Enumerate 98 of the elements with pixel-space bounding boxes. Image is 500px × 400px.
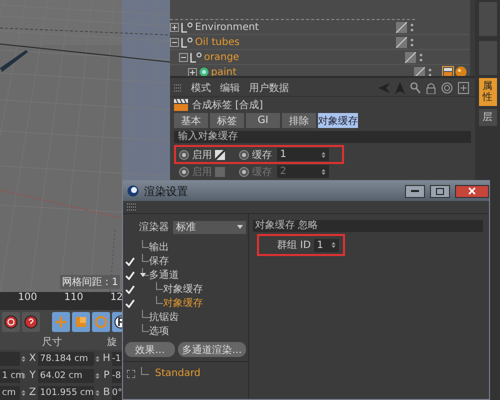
settings-item[interactable]: 多通道 — [149, 268, 179, 282]
clapper-tag-icon — [174, 99, 188, 111]
object-name[interactable]: orange — [204, 52, 240, 62]
enable-label: 启用 — [192, 166, 212, 178]
check-icon[interactable] — [125, 256, 135, 266]
spinner-icon[interactable] — [321, 150, 326, 158]
tab[interactable]: 排除 — [282, 113, 316, 128]
ruler-number: 110 — [64, 292, 84, 304]
expand-icon[interactable] — [127, 370, 135, 378]
object-name[interactable]: Environment — [195, 22, 259, 32]
tree-connector — [141, 366, 149, 374]
cache-label: 缓存 — [252, 148, 272, 162]
cache-label: 缓存 — [252, 166, 272, 178]
axis-label: Y — [28, 370, 37, 381]
spinner-icon[interactable] — [321, 168, 326, 176]
grid-spacing-label: 网格间距 : 1 — [60, 275, 120, 289]
axis-label: Z — [28, 387, 37, 398]
size-field[interactable]: 101.955 cm — [38, 386, 94, 400]
side-tab[interactable]: 层 — [478, 109, 496, 126]
spinner-icon[interactable] — [331, 241, 336, 249]
checkbox[interactable] — [215, 150, 225, 160]
app-logo-icon — [127, 185, 139, 197]
layer-icon[interactable] — [396, 36, 407, 48]
tab[interactable]: 对象缓存 — [318, 113, 358, 128]
null-object-icon — [190, 52, 202, 62]
position-field[interactable] — [0, 352, 20, 366]
settings-item[interactable]: 抗锯齿 — [149, 310, 179, 324]
null-object-icon — [181, 22, 193, 32]
section-header: 对象缓存 忽略 — [253, 220, 483, 232]
collapse-arrow-icon[interactable] — [140, 272, 146, 278]
menu-item[interactable]: 用户数据 — [249, 81, 289, 95]
settings-item[interactable]: 对象缓存 — [163, 296, 203, 310]
collapse-icon[interactable] — [170, 38, 179, 46]
axis-label: X — [28, 353, 37, 364]
search-icon[interactable] — [410, 82, 421, 94]
new-panel-icon[interactable] — [458, 82, 469, 94]
target-icon[interactable] — [441, 82, 453, 94]
layer-icon[interactable] — [396, 22, 407, 32]
menu-item[interactable]: 模式 — [191, 81, 211, 95]
maximize-icon — [436, 188, 444, 194]
field-label: 群组 ID — [277, 239, 311, 252]
layer-icon[interactable] — [405, 52, 416, 62]
caret-icon — [237, 225, 243, 229]
visibility-dots-icon[interactable] — [419, 52, 423, 62]
close-button[interactable] — [455, 184, 489, 198]
settings-item[interactable]: 保存 — [149, 254, 169, 268]
section-header: 输入对象缓存 — [174, 131, 471, 143]
menu-item[interactable]: 编辑 — [220, 81, 240, 95]
dialog-button[interactable]: 效果... — [125, 342, 175, 357]
axis-label: B — [102, 387, 111, 398]
column-header: 旋 — [107, 336, 117, 349]
visibility-dots-icon[interactable] — [410, 36, 414, 48]
render-setting[interactable]: Standard — [155, 368, 200, 379]
null-object-icon — [181, 36, 193, 48]
close-icon — [468, 187, 476, 195]
cache-field[interactable]: 1 — [277, 148, 329, 161]
tab[interactable]: GI — [246, 113, 280, 128]
grip-icon[interactable] — [127, 203, 136, 211]
check-icon[interactable] — [125, 270, 135, 280]
ruler-number: 12 — [110, 292, 123, 304]
check-icon[interactable] — [125, 284, 135, 294]
ruler-number: 100 — [18, 292, 38, 304]
check-icon[interactable] — [125, 298, 135, 308]
position-field[interactable]: cm — [0, 386, 20, 400]
minimize-icon — [411, 190, 419, 192]
object-name[interactable]: Oil tubes — [195, 36, 240, 48]
renderer-dropdown[interactable]: 标准 — [173, 220, 246, 234]
maximize-button[interactable] — [430, 184, 450, 198]
lock-icon[interactable] — [426, 82, 436, 94]
minimize-button[interactable] — [405, 184, 425, 198]
tab[interactable]: 基本 — [174, 113, 208, 128]
settings-item[interactable]: 选项 — [149, 324, 169, 338]
column-header: 尺寸 — [42, 336, 62, 349]
grip-icon[interactable] — [174, 84, 182, 92]
axis-label: H — [102, 353, 111, 364]
settings-item[interactable]: 输出 — [149, 240, 169, 254]
visibility-dots-icon[interactable] — [428, 66, 432, 76]
group-id-field[interactable]: 1 — [314, 238, 339, 252]
record-icon[interactable] — [2, 312, 20, 332]
tag-title: 合成标签 [合成] — [192, 98, 263, 112]
clapper-tag-icon[interactable] — [442, 66, 454, 76]
collapse-icon[interactable] — [179, 52, 188, 62]
expand-icon[interactable] — [170, 22, 179, 32]
window-title: 渲染设置 — [144, 184, 188, 198]
dialog-button[interactable]: 多通道渲染... — [178, 342, 246, 357]
settings-item[interactable]: 对象缓存 — [163, 282, 203, 296]
renderer-label: 渲染器 — [139, 220, 169, 234]
layer-icon[interactable] — [414, 66, 425, 76]
object-icon — [199, 67, 209, 76]
tab[interactable]: 标签 — [210, 113, 244, 128]
help-icon[interactable] — [22, 312, 40, 332]
size-field[interactable]: 78.184 cm — [38, 352, 94, 366]
axis-label: P — [102, 370, 111, 381]
expand-icon[interactable] — [188, 68, 197, 76]
visibility-dots-icon[interactable] — [410, 22, 414, 32]
size-field[interactable]: 64.02 cm — [38, 368, 94, 382]
side-tab[interactable]: 属性 — [478, 78, 496, 106]
enable-label: 启用 — [192, 148, 212, 162]
